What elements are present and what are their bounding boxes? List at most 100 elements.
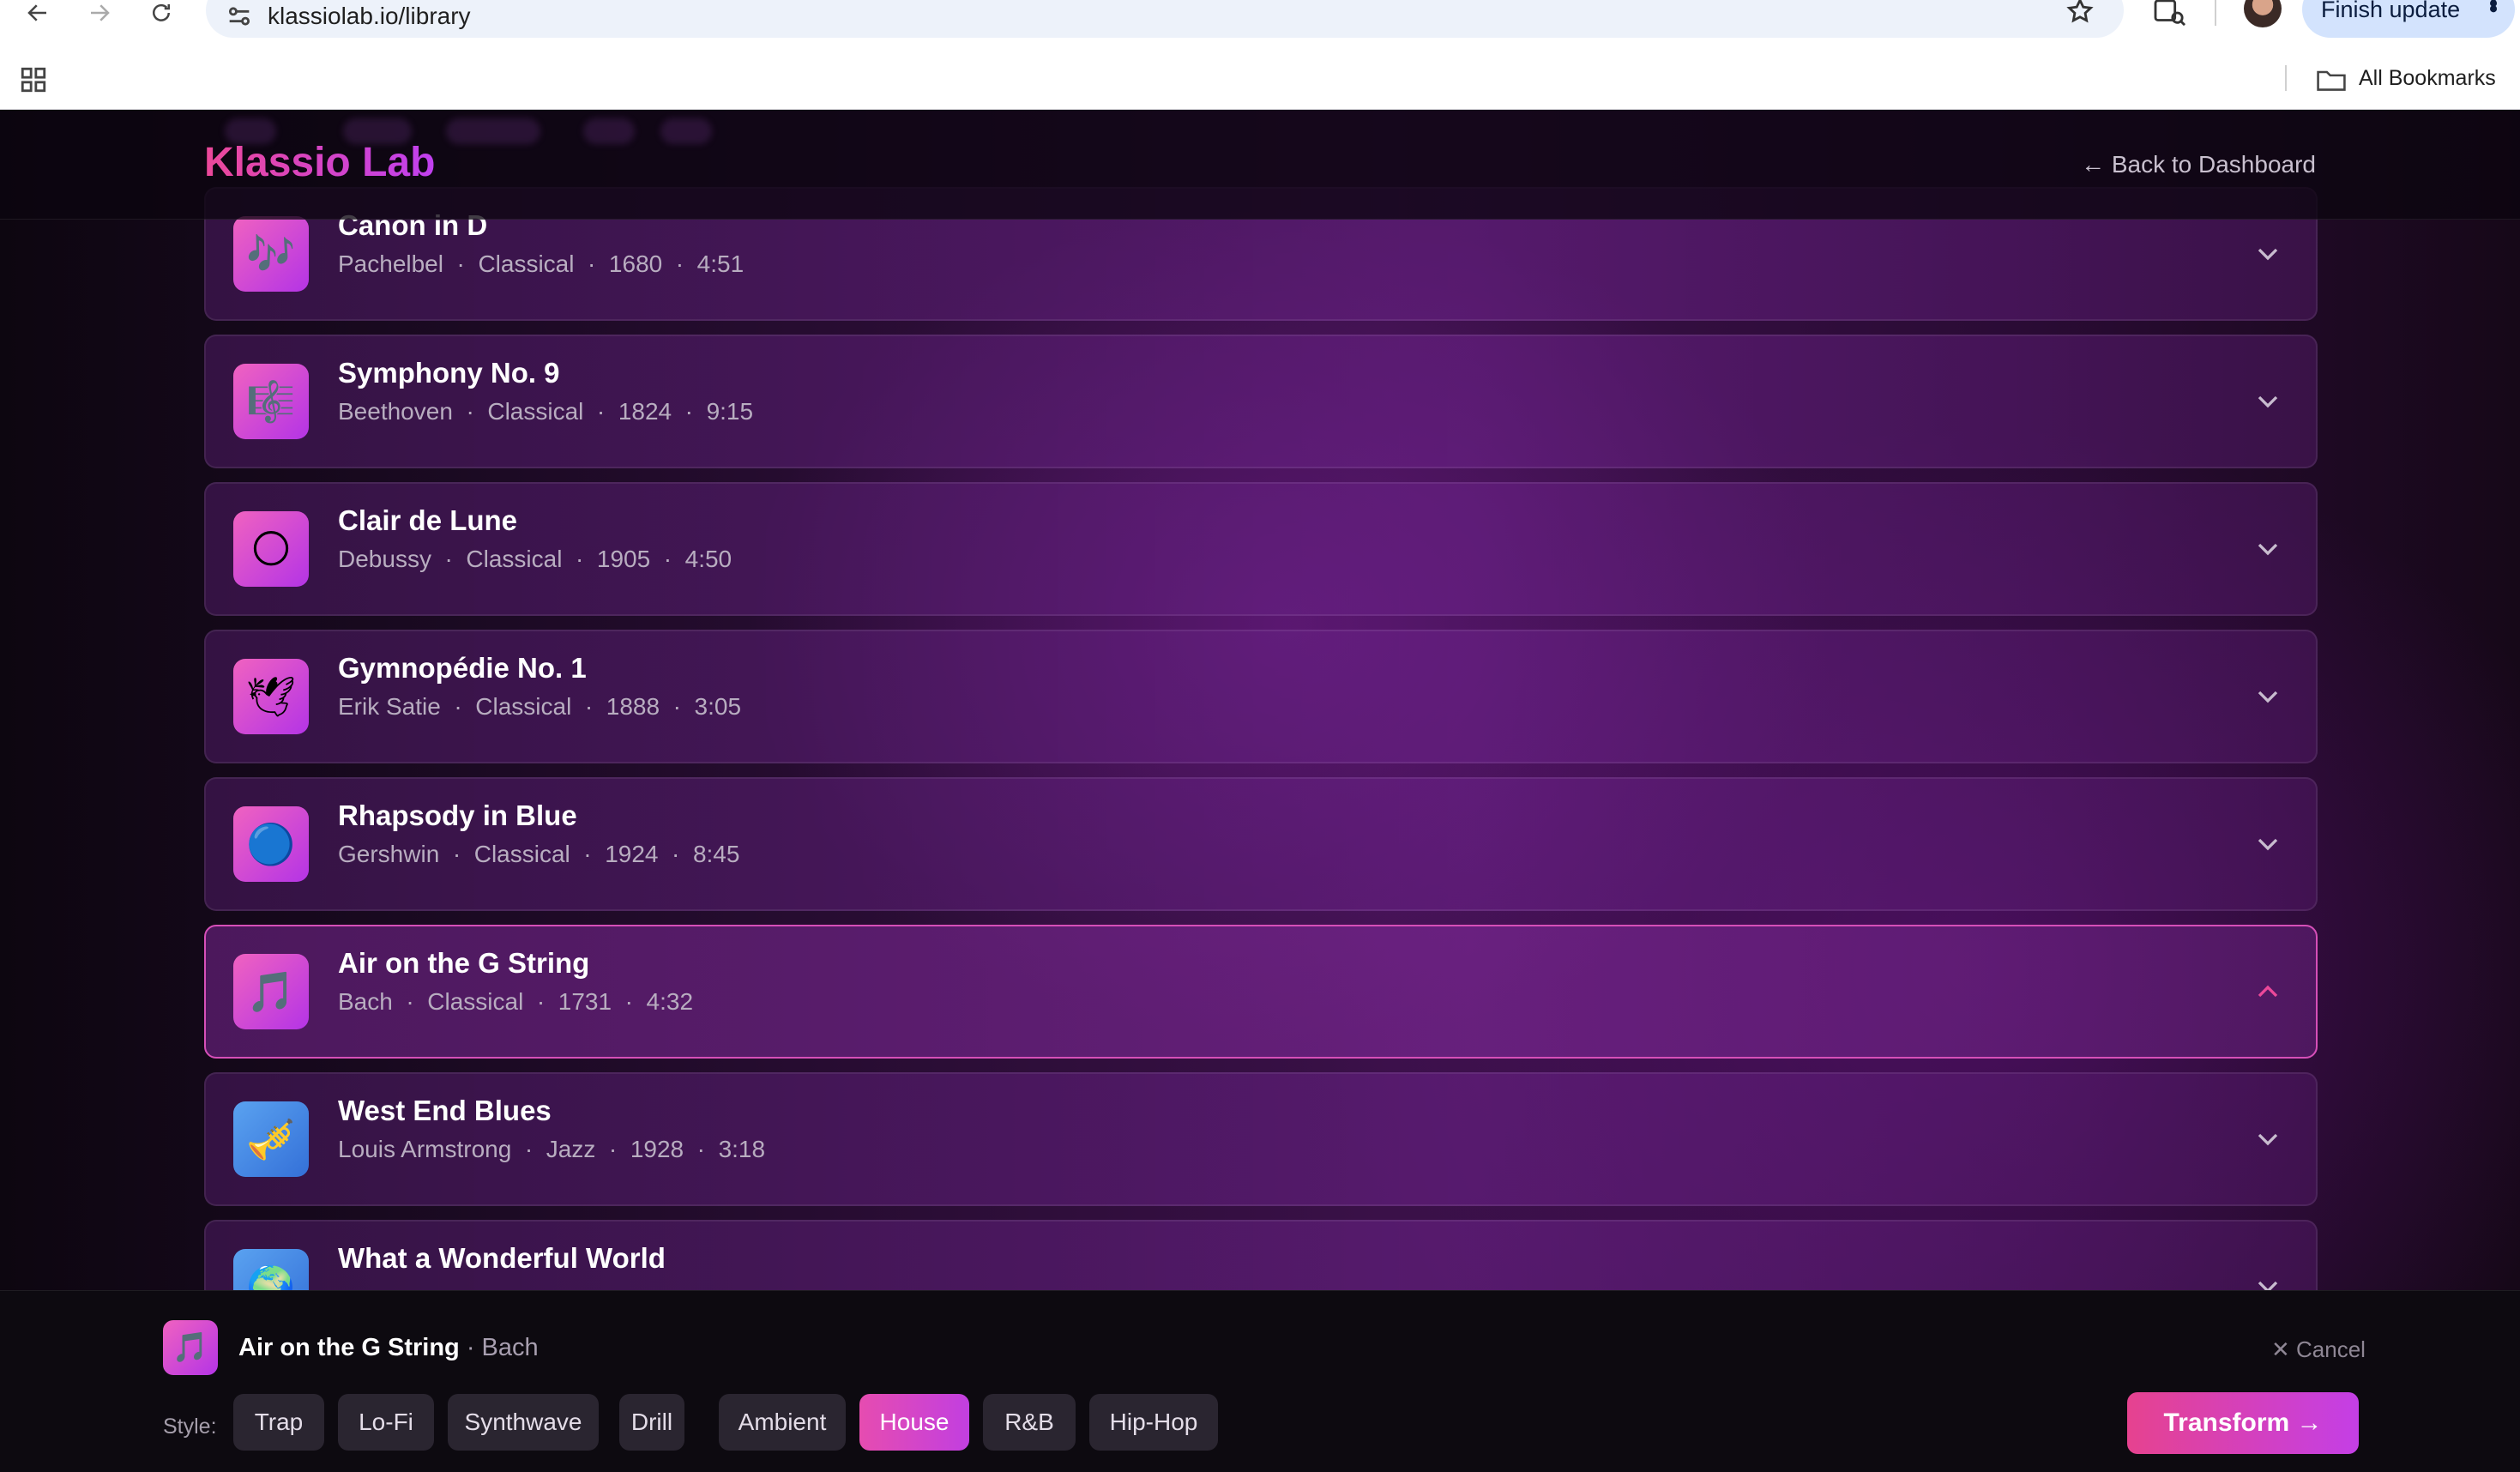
track-meta: Beethoven · Classical · 1824 · 9:15: [338, 398, 753, 425]
track-meta: Debussy · Classical · 1905 · 4:50: [338, 546, 732, 573]
track-list[interactable]: 🎶 Canon in D Pachelbel · Classical · 1680 …: [204, 187, 2318, 1367]
chevron-down-icon[interactable]: [2251, 679, 2285, 714]
reload-icon[interactable]: [137, 0, 185, 26]
meta-separator: ·: [570, 841, 606, 867]
meta-separator: ·: [443, 250, 479, 277]
trumpet-icon: 🎺: [233, 1101, 309, 1177]
meta-separator: ·: [684, 1136, 719, 1162]
apps-grid-icon[interactable]: [19, 65, 48, 94]
track-artist: Louis Armstrong: [338, 1136, 512, 1162]
address-bar[interactable]: klassiolab.io/library: [206, 0, 2124, 38]
meta-separator: ·: [439, 841, 474, 867]
track-year: 1928: [630, 1136, 684, 1162]
track-title: Symphony No. 9: [338, 357, 560, 389]
track-title: Air on the G String: [338, 947, 590, 979]
track-genre: Classical: [487, 398, 584, 425]
track-title: Clair de Lune: [338, 504, 518, 536]
all-bookmarks-link[interactable]: All Bookmarks: [2359, 66, 2496, 91]
meta-separator: ·: [511, 1136, 546, 1162]
chevron-down-icon[interactable]: [2251, 384, 2285, 419]
chevron-up-icon[interactable]: [2251, 974, 2285, 1009]
track-genre: Jazz: [546, 1136, 596, 1162]
chevron-down-icon[interactable]: [2251, 532, 2285, 566]
track-duration: 8:45: [692, 841, 740, 867]
style-chip-trap[interactable]: Trap: [233, 1394, 324, 1451]
track-artist: Erik Satie: [338, 693, 441, 720]
style-chip-house[interactable]: House: [859, 1394, 969, 1451]
style-chip-lo-fi[interactable]: Lo-Fi: [338, 1394, 434, 1451]
meta-separator: ·: [672, 398, 707, 425]
header-ghost: [660, 118, 712, 144]
track-row[interactable]: 🌕 Clair de Lune Debussy · Classical · 1905…: [204, 482, 2318, 616]
app-logo[interactable]: Klassio Lab: [204, 139, 435, 186]
browser-chrome: klassiolab.io/library Finish update ••• …: [0, 0, 2520, 110]
cancel-button[interactable]: ✕ Cancel: [2271, 1336, 2366, 1363]
bookmark-star-icon[interactable]: [2065, 0, 2095, 26]
track-genre: Classical: [478, 250, 575, 277]
chevron-down-icon[interactable]: [2251, 827, 2285, 861]
header-ghost: [446, 118, 540, 144]
track-artist: Bach: [338, 988, 393, 1015]
style-chip-ambient[interactable]: Ambient: [719, 1394, 846, 1451]
style-chip-hip-hop[interactable]: Hip-Hop: [1089, 1394, 1218, 1451]
app-header: Klassio Lab ← Back to Dashboard: [0, 110, 2520, 220]
chevron-down-icon[interactable]: [2251, 237, 2285, 271]
meta-separator: ·: [562, 546, 597, 572]
track-meta: Erik Satie · Classical · 1888 · 3:05: [338, 693, 741, 721]
meta-separator: ·: [662, 250, 697, 277]
meta-separator: ·: [660, 693, 695, 720]
meta-separator: ·: [650, 546, 685, 572]
header-ghost: [583, 118, 635, 144]
url-text: klassiolab.io/library: [268, 3, 471, 29]
meta-separator: ·: [583, 398, 618, 425]
style-chip-synthwave[interactable]: Synthwave: [448, 1394, 599, 1451]
meta-separator: ·: [658, 841, 693, 867]
chevron-down-icon[interactable]: [2251, 1122, 2285, 1156]
style-chip-r-b[interactable]: R&B: [983, 1394, 1076, 1451]
meta-separator: ·: [431, 546, 467, 572]
selected-track-title: Air on the G String: [238, 1334, 460, 1361]
meta-separator: ·: [571, 693, 606, 720]
track-duration: 4:51: [696, 250, 745, 277]
track-year: 1888: [606, 693, 660, 720]
track-duration: 4:32: [646, 988, 694, 1015]
musical-score-icon: 🎼: [233, 364, 309, 439]
cancel-label: Cancel: [2296, 1336, 2366, 1362]
track-title: What a Wonderful World: [338, 1242, 666, 1274]
track-meta: Gershwin · Classical · 1924 · 8:45: [338, 841, 739, 868]
track-duration: 9:15: [706, 398, 754, 425]
style-chip-drill[interactable]: Drill: [619, 1394, 684, 1451]
forward-arrow-icon[interactable]: [75, 0, 124, 26]
track-row[interactable]: 🕊 Gymnopédie No. 1 Erik Satie · Classical …: [204, 630, 2318, 763]
selected-track-thumbnail: 🎵: [163, 1320, 218, 1375]
finish-update-label: Finish update: [2321, 0, 2461, 22]
style-label: Style:: [163, 1415, 217, 1439]
transform-button[interactable]: Transform →: [2127, 1392, 2359, 1454]
back-arrow-icon[interactable]: [14, 0, 62, 26]
track-duration: 4:50: [684, 546, 732, 572]
track-meta: Bach · Classical · 1731 · 4:32: [338, 988, 693, 1016]
track-artist: Beethoven: [338, 398, 453, 425]
meta-separator: ·: [392, 988, 428, 1015]
track-row[interactable]: 🎼 Symphony No. 9 Beethoven · Classical · 1…: [204, 335, 2318, 468]
track-genre: Classical: [427, 988, 524, 1015]
transform-panel: 🎵 Air on the G String · Bach ✕ Cancel St…: [0, 1290, 2520, 1472]
track-row[interactable]: 🎺 West End Blues Louis Armstrong · Jazz · …: [204, 1072, 2318, 1206]
track-title: Gymnopédie No. 1: [338, 652, 587, 684]
track-row[interactable]: 🎵 Air on the G String Bach · Classical · 1…: [204, 925, 2318, 1059]
toolbar-divider: [2215, 0, 2216, 26]
track-year: 1924: [605, 841, 659, 867]
more-menu-icon[interactable]: •••: [2479, 0, 2507, 10]
profile-avatar[interactable]: [2244, 0, 2282, 27]
tab-search-icon[interactable]: [2153, 0, 2187, 27]
meta-separator: ·: [595, 1136, 630, 1162]
bookmarks-divider: [2285, 65, 2287, 91]
track-year: 1824: [618, 398, 672, 425]
track-year: 1905: [596, 546, 651, 572]
track-row[interactable]: 🔵 Rhapsody in Blue Gershwin · Classical · …: [204, 777, 2318, 911]
site-settings-icon[interactable]: [225, 2, 254, 31]
track-genre: Classical: [473, 841, 570, 867]
finish-update-button[interactable]: Finish update •••: [2302, 0, 2515, 38]
back-to-dashboard-link[interactable]: ← Back to Dashboard: [2081, 151, 2316, 178]
track-meta: Louis Armstrong · Jazz · 1928 · 3:18: [338, 1136, 765, 1163]
